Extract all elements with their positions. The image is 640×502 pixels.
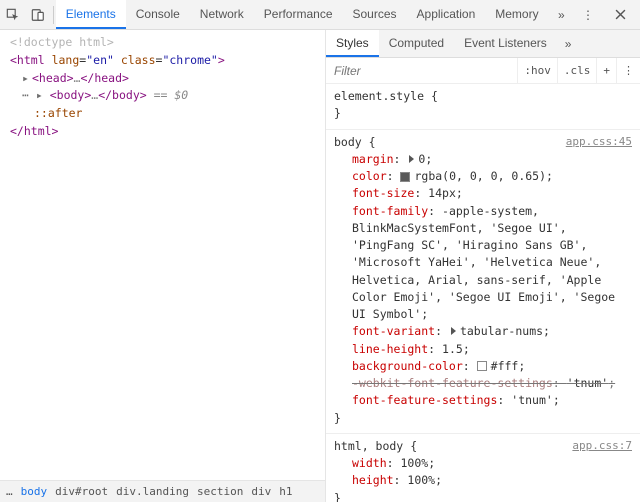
tab-memory[interactable]: Memory bbox=[485, 0, 548, 29]
css-declaration[interactable]: width: 100%; bbox=[334, 455, 632, 472]
subtabs-overflow-icon[interactable]: » bbox=[557, 37, 580, 51]
breadcrumb-item[interactable]: … bbox=[6, 485, 13, 498]
html-open-tag[interactable]: <html lang="en" class="chrome"> bbox=[10, 52, 325, 70]
style-rule[interactable]: app.css:45body {margin: 0;color: rgba(0,… bbox=[326, 130, 640, 434]
close-devtools-icon[interactable] bbox=[606, 1, 634, 29]
html-close-tag[interactable]: </html> bbox=[10, 123, 325, 141]
new-rule-button[interactable]: + bbox=[596, 58, 616, 83]
style-rules-list: element.style {}app.css:45body {margin: … bbox=[326, 84, 640, 502]
source-link[interactable]: app.css:7 bbox=[572, 438, 632, 455]
subtab-event-listeners[interactable]: Event Listeners bbox=[454, 30, 557, 57]
breadcrumb-item[interactable]: body bbox=[21, 485, 48, 498]
css-declaration[interactable]: -webkit-font-feature-settings: 'tnum'; bbox=[334, 375, 632, 392]
css-declaration[interactable]: font-size: 14px; bbox=[334, 185, 632, 202]
dom-tree[interactable]: <!doctype html> <html lang="en" class="c… bbox=[0, 30, 325, 480]
tab-elements[interactable]: Elements bbox=[56, 0, 126, 29]
css-declaration[interactable]: height: 100%; bbox=[334, 472, 632, 489]
styles-subtabs: StylesComputedEvent Listeners» bbox=[326, 30, 640, 58]
styles-filter-input[interactable] bbox=[326, 58, 517, 83]
breadcrumb: … body div#root div.landing section div h1 bbox=[0, 480, 325, 502]
css-declaration[interactable]: font-feature-settings: 'tnum'; bbox=[334, 392, 632, 409]
tabs-overflow-icon[interactable]: » bbox=[549, 8, 574, 22]
style-rule[interactable]: app.css:7html, body {width: 100%;height:… bbox=[326, 434, 640, 502]
css-declaration[interactable]: background-color: #fff; bbox=[334, 358, 632, 375]
device-toolbar-icon[interactable] bbox=[25, 1, 50, 29]
style-rule[interactable]: element.style {} bbox=[326, 84, 640, 130]
body-node-selected[interactable]: ⋯ ▸ <body>…</body> == $0 bbox=[10, 87, 325, 105]
styles-more-icon[interactable]: ⋮ bbox=[616, 58, 640, 83]
css-declaration[interactable]: line-height: 1.5; bbox=[334, 341, 632, 358]
tab-sources[interactable]: Sources bbox=[343, 0, 407, 29]
breadcrumb-item[interactable]: div#root bbox=[55, 485, 108, 498]
tab-network[interactable]: Network bbox=[190, 0, 254, 29]
inspect-element-icon[interactable] bbox=[0, 1, 25, 29]
breadcrumb-item[interactable]: h1 bbox=[279, 485, 292, 498]
source-link[interactable]: app.css:45 bbox=[566, 134, 632, 151]
head-node[interactable]: ▸<head>…</head> bbox=[10, 70, 325, 88]
doctype-node[interactable]: <!doctype html> bbox=[10, 35, 114, 49]
tab-performance[interactable]: Performance bbox=[254, 0, 343, 29]
css-declaration[interactable]: color: rgba(0, 0, 0, 0.65); bbox=[334, 168, 632, 185]
tab-console[interactable]: Console bbox=[126, 0, 190, 29]
breadcrumb-item[interactable]: div.landing bbox=[116, 485, 189, 498]
styles-filter-bar: :hov .cls + ⋮ bbox=[326, 58, 640, 84]
devtools-toolbar: ElementsConsoleNetworkPerformanceSources… bbox=[0, 0, 640, 30]
css-declaration[interactable]: margin: 0; bbox=[334, 151, 632, 168]
breadcrumb-item[interactable]: div bbox=[251, 485, 271, 498]
cls-toggle[interactable]: .cls bbox=[557, 58, 597, 83]
subtab-computed[interactable]: Computed bbox=[379, 30, 454, 57]
tab-application[interactable]: Application bbox=[407, 0, 486, 29]
css-declaration[interactable]: font-family: -apple-system, BlinkMacSyst… bbox=[334, 203, 632, 324]
hov-toggle[interactable]: :hov bbox=[517, 58, 557, 83]
subtab-styles[interactable]: Styles bbox=[326, 30, 379, 57]
css-declaration[interactable]: font-variant: tabular-nums; bbox=[334, 323, 632, 340]
settings-kebab-icon[interactable]: ⋮ bbox=[574, 1, 602, 29]
after-pseudo-node[interactable]: ::after bbox=[10, 105, 325, 123]
breadcrumb-item[interactable]: section bbox=[197, 485, 243, 498]
